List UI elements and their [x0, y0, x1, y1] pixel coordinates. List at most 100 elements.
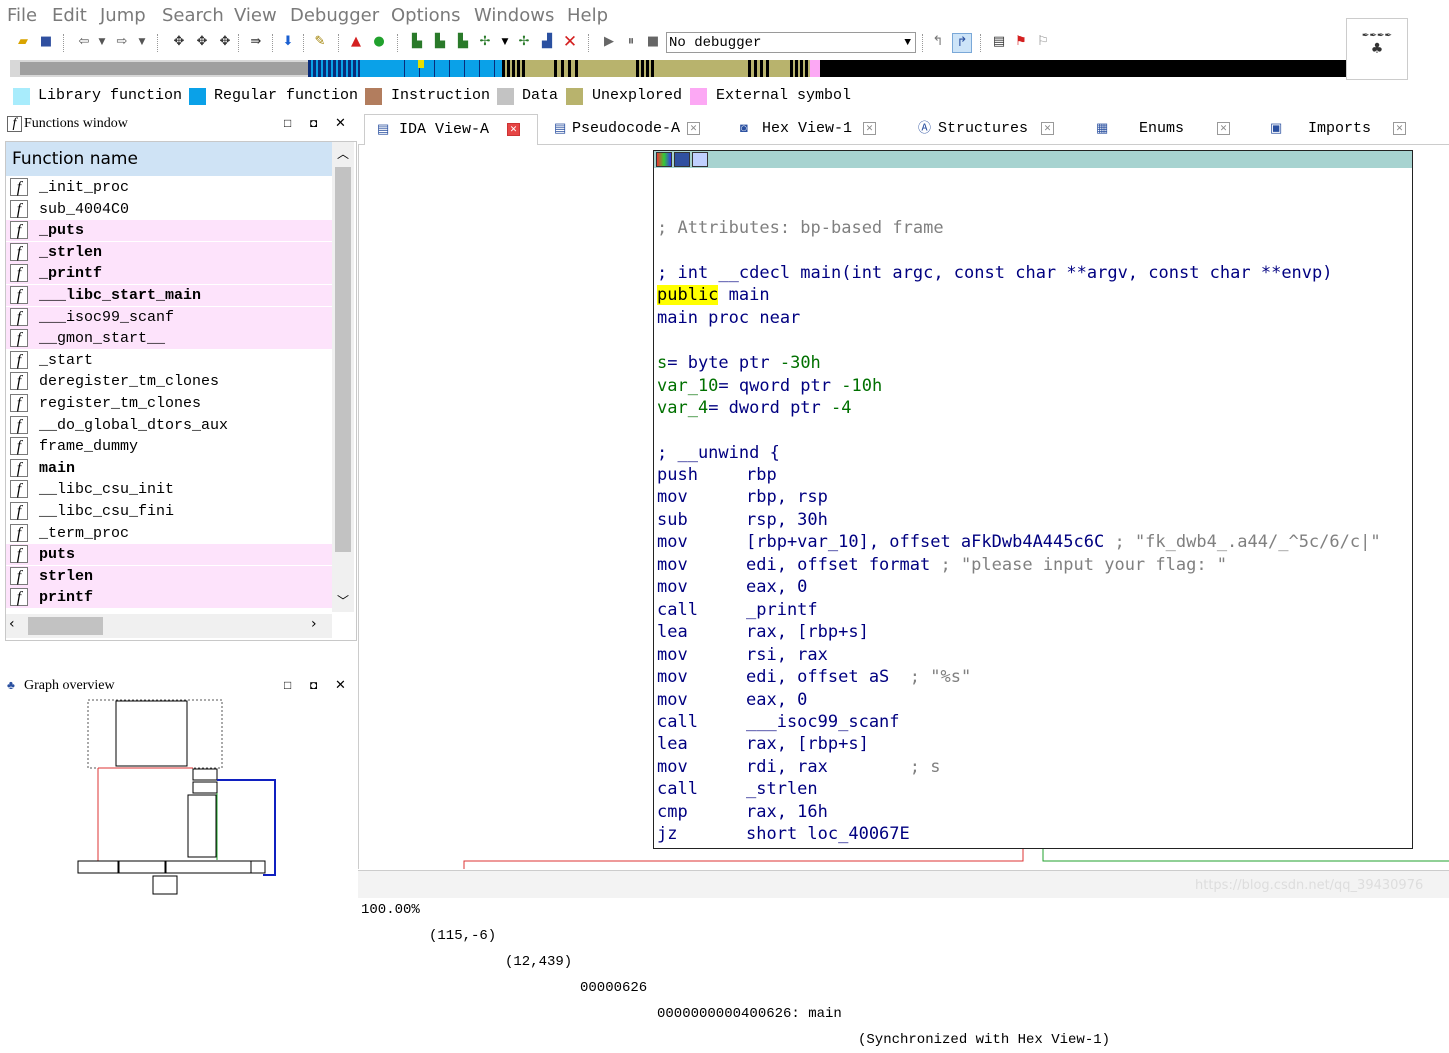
script-icon[interactable]: ✢ — [476, 33, 494, 51]
asm-public-name[interactable]: main — [718, 285, 770, 305]
function-row[interactable]: f _init_proc — [6, 177, 332, 198]
menu-debugger[interactable]: Debugger — [290, 5, 379, 26]
tab-close-icon[interactable]: ✕ — [687, 122, 700, 135]
asm-stack-var[interactable]: s= byte ptr -30h — [657, 352, 821, 374]
forward-icon[interactable]: ⇨ — [113, 33, 131, 51]
stop-icon[interactable]: ■ — [644, 33, 662, 51]
flag-icon[interactable]: ⚑ — [1012, 33, 1030, 51]
detach-icon[interactable]: ⚐ — [1034, 33, 1052, 51]
play-icon[interactable]: ▶ — [600, 33, 618, 51]
asm-operands[interactable]: rsi, rax — [746, 645, 828, 665]
down-arrow-icon[interactable]: ⬇ — [279, 33, 297, 51]
function-row[interactable]: f register_tm_clones — [6, 393, 332, 414]
chevron-left-icon[interactable]: ‹ — [9, 616, 15, 632]
asm-instruction-line[interactable]: mov eax, 0 — [657, 689, 1407, 711]
menu-edit[interactable]: Edit — [52, 5, 87, 26]
stack-var-name[interactable]: var_4 — [657, 398, 708, 418]
search-binary-icon[interactable]: ✥ — [170, 33, 188, 51]
pause-icon[interactable]: ⏸ — [622, 33, 640, 51]
asm-operands[interactable]: edi, offset format — [746, 555, 930, 575]
function-row[interactable]: f __libc_csu_init — [6, 479, 332, 500]
horizontal-scrollbar[interactable]: ‹ › — [6, 614, 332, 638]
back-icon[interactable]: ⇦ — [75, 33, 93, 51]
asm-instruction-line[interactable]: lea rax, [rbp+s] — [657, 621, 1407, 643]
function-row[interactable]: f ___libc_start_main — [6, 285, 332, 306]
add-member-icon[interactable]: ▙ — [454, 33, 472, 51]
step-into-icon[interactable]: ↱ — [952, 33, 972, 53]
function-row[interactable]: f frame_dummy — [6, 436, 332, 457]
tab-close-icon[interactable]: ✕ — [863, 122, 876, 135]
menu-search[interactable]: Search — [162, 5, 224, 26]
function-row[interactable]: f _printf — [6, 263, 332, 285]
stack-var-name[interactable]: s — [657, 353, 667, 373]
asm-operands[interactable]: rsp, 30h — [746, 510, 828, 530]
restore-icon[interactable]: □ — [284, 116, 291, 131]
float-icon[interactable]: ◘ — [310, 116, 317, 131]
save-icon[interactable]: ■ — [37, 33, 55, 51]
asm-operands[interactable]: _printf — [746, 600, 818, 620]
add-enum-icon[interactable]: ▙ — [431, 33, 449, 51]
function-row[interactable]: f __gmon_start__ — [6, 328, 332, 350]
function-row[interactable]: f deregister_tm_clones — [6, 371, 332, 392]
asm-instruction-line[interactable]: mov eax, 0 — [657, 576, 1407, 598]
float-icon[interactable]: ◘ — [310, 678, 317, 693]
asm-operands[interactable]: rax, 16h — [746, 802, 828, 822]
menu-jump[interactable]: Jump — [100, 5, 146, 26]
search-text-icon[interactable]: ✥ — [193, 33, 211, 51]
close-icon[interactable]: ✕ — [335, 115, 346, 131]
function-row[interactable]: f _term_proc — [6, 523, 332, 544]
function-row[interactable]: f printf — [6, 587, 332, 609]
menu-file[interactable]: File — [7, 5, 37, 26]
asm-operands[interactable]: rax, [rbp+s] — [746, 734, 869, 754]
asm-instruction-line[interactable]: mov rbp, rsp — [657, 486, 1407, 508]
function-row[interactable]: f strlen — [6, 565, 332, 587]
tab-ida-view-a[interactable]: ▤ IDA View-A ✕ — [364, 114, 538, 145]
asm-instruction-line[interactable]: mov edi, offset format ; "please input yo… — [657, 554, 1407, 576]
menu-view[interactable]: View — [234, 5, 277, 26]
asm-operands[interactable]: rdi, rax — [746, 757, 828, 777]
vertical-scrollbar[interactable]: ︿ ﹀ — [332, 142, 354, 612]
asm-instruction-line[interactable]: mov edi, offset aS ; "%s" — [657, 666, 1407, 688]
tab-imports[interactable]: ▣ Imports ✕ — [1260, 114, 1410, 144]
graph-node-main[interactable]: ; Attributes: bp-based frame ; int __cde… — [653, 150, 1413, 849]
chevron-right-icon[interactable]: › — [311, 616, 317, 632]
forward-dropdown-icon[interactable]: ▼ — [133, 33, 151, 51]
function-row[interactable]: f _start — [6, 350, 332, 371]
edit-icon[interactable]: ▟ — [538, 33, 556, 51]
function-row[interactable]: f _strlen — [6, 241, 332, 263]
debugger-select[interactable]: No debugger ▼ — [666, 32, 916, 53]
asm-stack-var[interactable]: var_10= qword ptr -10h — [657, 375, 882, 397]
open-icon[interactable]: ▰ — [14, 33, 32, 51]
chevron-up-icon[interactable]: ︿ — [337, 145, 349, 162]
function-row[interactable]: f main — [6, 458, 332, 479]
tab-close-icon[interactable]: ✕ — [1041, 122, 1054, 135]
close-icon[interactable]: ✕ — [335, 677, 346, 693]
graph-overview-canvas[interactable] — [5, 698, 355, 895]
asm-operands[interactable]: short loc_40067E — [746, 824, 910, 844]
tab-structures[interactable]: Ⓐ Structures ✕ — [908, 114, 1068, 144]
asm-stack-var[interactable]: var_4= dword ptr -4 — [657, 397, 852, 419]
asm-instruction-line[interactable]: mov rdi, rax ; s — [657, 756, 1407, 778]
analyze-icon[interactable]: ✎ — [311, 33, 329, 51]
asm-operands[interactable]: edi, offset aS — [746, 667, 889, 687]
chevron-down-icon[interactable]: ﹀ — [337, 592, 349, 609]
asm-operands[interactable]: rbp, rsp — [746, 487, 828, 507]
scrollbar-thumb[interactable] — [28, 617, 103, 635]
node-group-icon[interactable] — [692, 152, 708, 167]
asm-instruction-line[interactable]: call _printf — [657, 599, 1407, 621]
asm-instruction-line[interactable]: push rbp — [657, 464, 1407, 486]
add-struct-icon[interactable]: ▙ — [408, 33, 426, 51]
graph-icon[interactable]: ▲ — [347, 33, 365, 51]
asm-operands[interactable]: eax, 0 — [746, 690, 807, 710]
scrollbar-thumb[interactable] — [335, 167, 351, 552]
restore-icon[interactable]: □ — [284, 678, 291, 693]
asm-instruction-line[interactable]: cmp rax, 16h — [657, 801, 1407, 823]
node-graph-icon[interactable] — [674, 152, 690, 167]
tab-close-icon[interactable]: ✕ — [1393, 122, 1406, 135]
back-dropdown-icon[interactable]: ▼ — [93, 33, 111, 51]
jump-icon[interactable]: ⇛ — [247, 33, 265, 51]
asm-instruction-line[interactable]: lea rax, [rbp+s] — [657, 733, 1407, 755]
stack-var-name[interactable]: var_10 — [657, 376, 718, 396]
green-circle-icon[interactable]: ● — [370, 33, 388, 51]
tab-pseudocode-a[interactable]: ▤ Pseudocode-A ✕ — [544, 114, 714, 144]
